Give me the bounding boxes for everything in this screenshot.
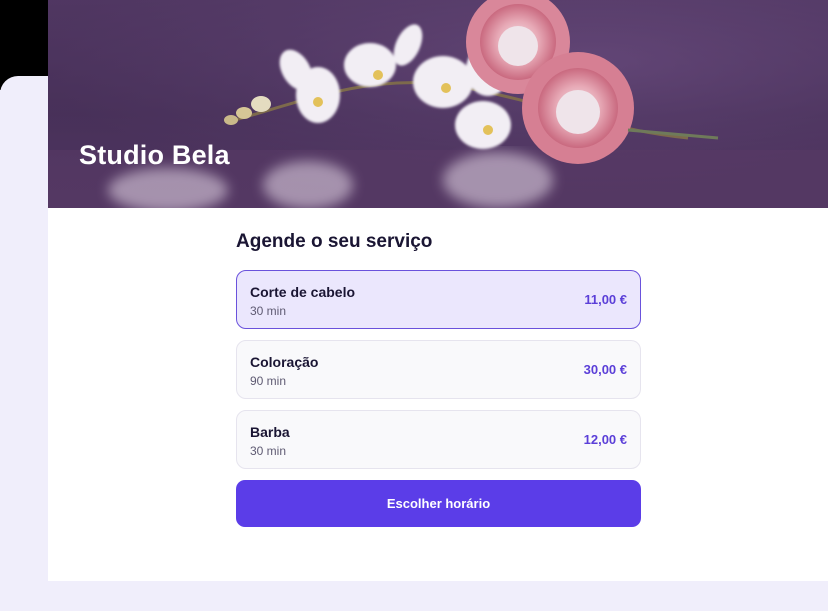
service-price: 30,00 € [583, 362, 627, 377]
service-duration: 30 min [250, 304, 287, 318]
brand-title: Studio Bela [79, 140, 230, 170]
service-price: 11,00 € [584, 292, 627, 307]
service-duration: 30 min [250, 444, 287, 458]
service-option-coloracao[interactable]: Coloração 90 min 30,00 € [236, 340, 641, 399]
hero-banner: Studio Bela [48, 0, 828, 208]
service-price: 12,00 € [583, 432, 627, 447]
booking-card: Studio Bela Agende o seu serviço Corte d… [48, 0, 828, 581]
service-option-corte-de-cabelo[interactable]: Corte de cabelo 30 min 11,00 € [236, 270, 641, 329]
flower-photo [48, 0, 828, 208]
section-title: Agende o seu serviço [236, 231, 433, 252]
choose-time-button[interactable]: Escolher horário [236, 480, 641, 527]
service-duration: 90 min [250, 374, 287, 388]
service-option-barba[interactable]: Barba 30 min 12,00 € [236, 410, 641, 469]
service-name: Corte de cabelo [250, 284, 356, 300]
service-name: Coloração [250, 354, 319, 370]
booking-section: Agende o seu serviço Corte de cabelo 30 … [236, 230, 641, 527]
service-name: Barba [250, 424, 290, 440]
